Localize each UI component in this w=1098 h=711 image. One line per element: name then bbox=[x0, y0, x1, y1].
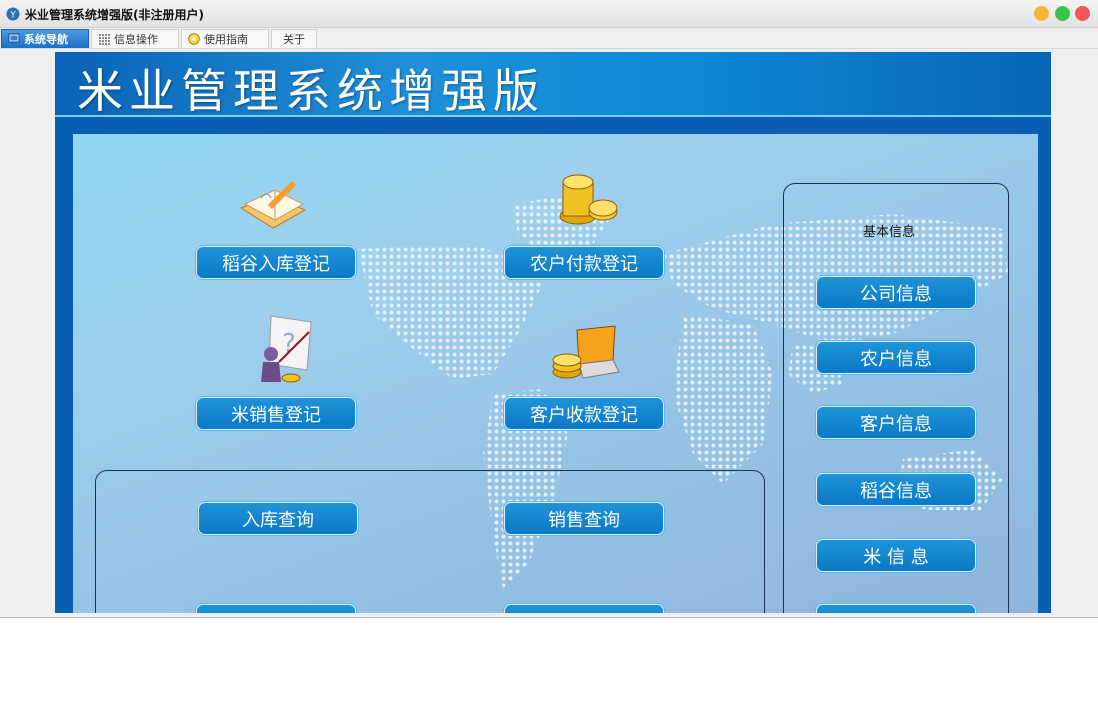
svg-text:Y: Y bbox=[9, 11, 16, 21]
customer-info-button[interactable]: 客户信息 bbox=[816, 406, 976, 439]
grain-inbound-register-button[interactable]: 稻谷入库登记 bbox=[196, 246, 356, 279]
window-title: 米业管理系统增强版(非注册用户) bbox=[25, 8, 204, 22]
close-button[interactable] bbox=[1075, 6, 1090, 21]
svg-text:?: ? bbox=[282, 329, 296, 359]
navigation-panel: ? 稻谷入库登记 农户付款登记 米销售登记 客户收款登记 入库查询 销售查询 基… bbox=[73, 134, 1038, 613]
query-button-partial-1[interactable] bbox=[196, 604, 356, 613]
tab-label: 信息操作 bbox=[114, 33, 158, 46]
presenter-icon: ? bbox=[261, 315, 312, 383]
grain-info-button[interactable]: 稻谷信息 bbox=[816, 473, 976, 506]
notebook-pencil-icon bbox=[239, 181, 307, 229]
sales-query-button[interactable]: 销售查询 bbox=[504, 502, 664, 535]
banner-divider bbox=[55, 115, 1051, 117]
tab-label: 使用指南 bbox=[204, 33, 248, 46]
grid-icon bbox=[99, 34, 110, 45]
rice-info-button[interactable]: 米 信 息 bbox=[816, 539, 976, 572]
rice-sales-register-button[interactable]: 米销售登记 bbox=[196, 397, 356, 430]
tab-system-nav[interactable]: 系统导航 bbox=[1, 29, 89, 48]
title-bar: Y 米业管理系统增强版(非注册用户) bbox=[0, 0, 1098, 28]
basic-info-title: 基本信息 bbox=[863, 225, 916, 240]
tab-label: 关于 bbox=[283, 33, 305, 46]
farmer-info-button[interactable]: 农户信息 bbox=[816, 341, 976, 374]
maximize-button[interactable] bbox=[1055, 6, 1070, 21]
laptop-coins-icon bbox=[552, 325, 620, 379]
tab-label: 系统导航 bbox=[24, 33, 68, 46]
app-window: Y 米业管理系统增强版(非注册用户) 系统导航 信息操作 使用指南 关于 米业管… bbox=[0, 0, 1098, 618]
minimize-button[interactable] bbox=[1034, 6, 1049, 21]
banner-title: 米业管理系统增强版 bbox=[77, 64, 545, 118]
main-content: 米业管理系统增强版 ? 稻谷入库登记 农户付款登记 米销售登记 客户收款登记 入… bbox=[55, 52, 1051, 613]
tab-user-guide[interactable]: 使用指南 bbox=[181, 29, 269, 48]
tab-info-ops[interactable]: 信息操作 bbox=[91, 29, 179, 48]
monitor-icon bbox=[8, 33, 20, 43]
tab-about[interactable]: 关于 bbox=[271, 29, 317, 48]
company-info-button[interactable]: 公司信息 bbox=[816, 276, 976, 309]
app-logo-icon: Y bbox=[6, 7, 20, 21]
query-frame bbox=[95, 470, 765, 613]
gold-coins-icon bbox=[559, 174, 618, 225]
banner: 米业管理系统增强版 bbox=[55, 52, 1051, 118]
info-button-partial[interactable] bbox=[816, 604, 976, 613]
compass-icon bbox=[188, 33, 200, 45]
inbound-query-button[interactable]: 入库查询 bbox=[198, 502, 358, 535]
customer-collection-register-button[interactable]: 客户收款登记 bbox=[504, 397, 664, 430]
farmer-payment-register-button[interactable]: 农户付款登记 bbox=[504, 246, 664, 279]
query-button-partial-2[interactable] bbox=[504, 604, 664, 613]
tab-bar: 系统导航 信息操作 使用指南 关于 bbox=[0, 28, 1098, 49]
